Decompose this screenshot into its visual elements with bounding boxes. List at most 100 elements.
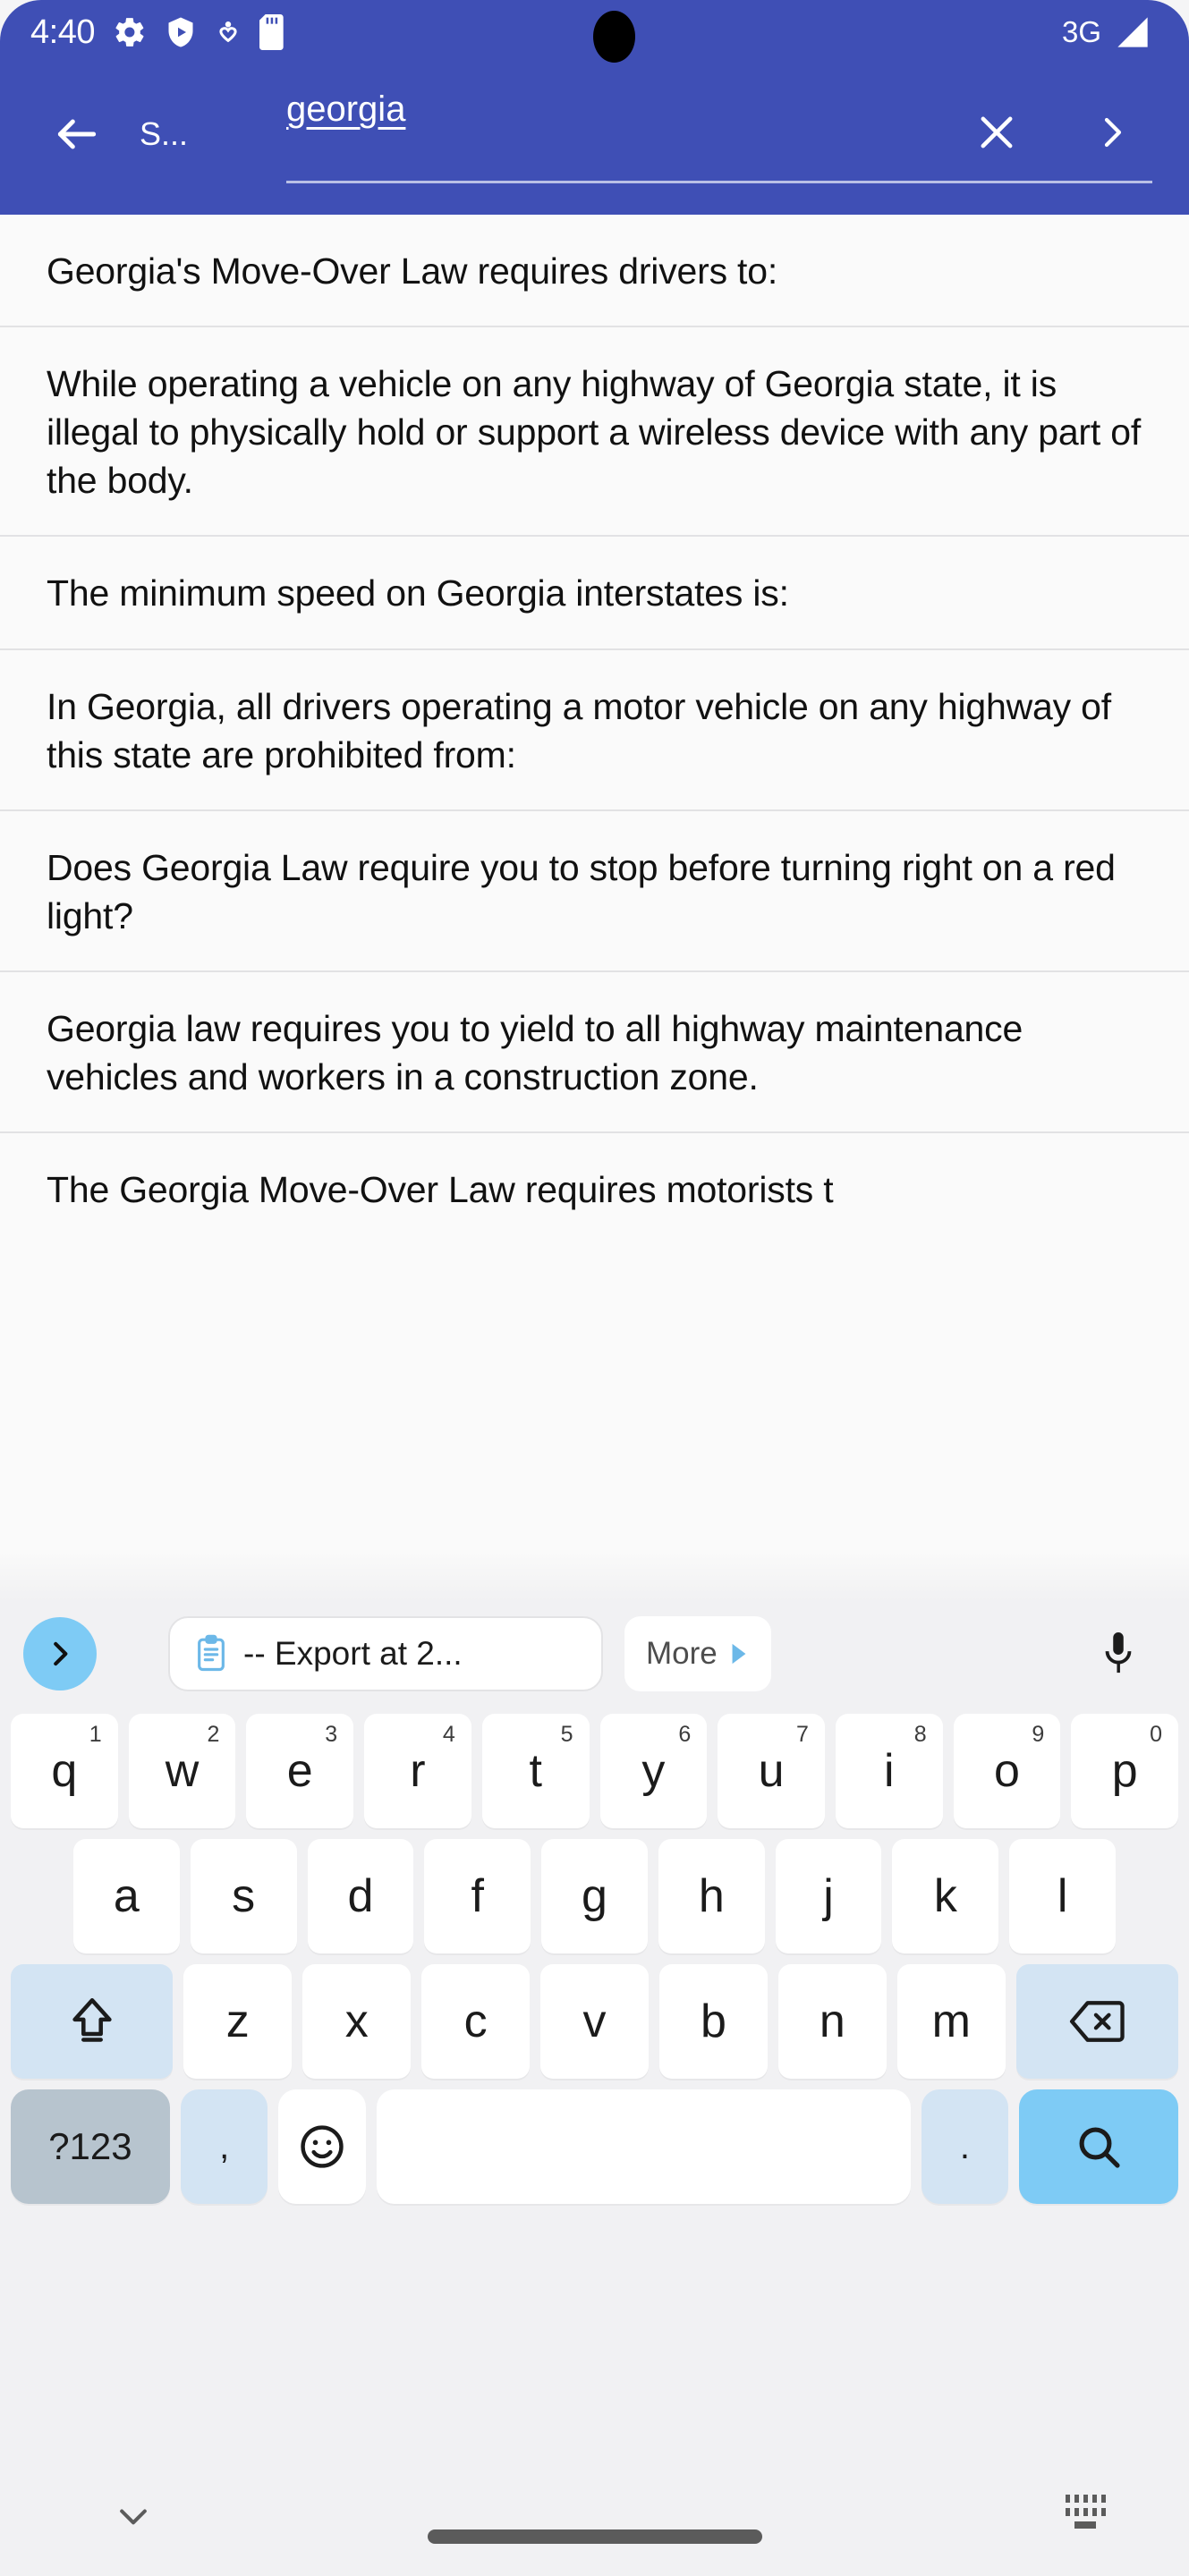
key-label: l	[1057, 1870, 1068, 1922]
comma-key[interactable]: ,	[180, 2089, 268, 2204]
key-o[interactable]: 9 o	[953, 1714, 1061, 1828]
result-text: While operating a vehicle on any highway…	[47, 363, 1142, 502]
back-button[interactable]	[34, 91, 120, 177]
key-label: j	[823, 1870, 834, 1922]
home-pill[interactable]	[427, 2529, 762, 2544]
search-input[interactable]: georgia	[286, 89, 405, 130]
emoji-key[interactable]	[278, 2089, 366, 2204]
list-item[interactable]: The Georgia Move-Over Law requires motor…	[0, 1133, 1189, 1244]
play-protect-shield-icon	[165, 15, 197, 49]
result-text: Does Georgia Law require you to stop bef…	[47, 846, 1116, 936]
key-label: ,	[219, 2127, 230, 2166]
key-label: h	[698, 1870, 725, 1922]
key-u[interactable]: 7 u	[718, 1714, 825, 1828]
list-item[interactable]: The minimum speed on Georgia interstates…	[0, 537, 1189, 650]
key-h[interactable]: h	[658, 1839, 765, 1953]
expand-suggestions-button[interactable]	[23, 1617, 97, 1690]
clear-search-button[interactable]	[954, 89, 1040, 175]
key-label: q	[51, 1745, 78, 1797]
search-icon	[1074, 2122, 1124, 2172]
on-screen-keyboard: -- Export at 2... More 1 q 2 w 3 e 4 r 5…	[0, 1601, 1189, 2451]
key-y[interactable]: 6 y	[599, 1714, 708, 1828]
key-q[interactable]: 1 q	[11, 1714, 118, 1828]
clipboard-suggestion-chip[interactable]: -- Export at 2...	[168, 1616, 603, 1691]
key-a[interactable]: a	[73, 1839, 180, 1953]
search-results-list[interactable]: Georgia's Move-Over Law requires drivers…	[0, 215, 1189, 1601]
key-s[interactable]: s	[190, 1839, 297, 1953]
key-sup: 1	[89, 1722, 102, 1747]
key-label: x	[344, 1996, 369, 2047]
suggestion-strip: -- Export at 2... More	[0, 1601, 1189, 1707]
key-sup: 4	[442, 1722, 455, 1747]
list-item[interactable]: Georgia's Move-Over Law requires drivers…	[0, 215, 1189, 328]
key-sup: 2	[207, 1722, 220, 1747]
key-label: o	[994, 1745, 1020, 1797]
backspace-icon	[1069, 1999, 1125, 2044]
key-label: g	[582, 1870, 607, 1922]
key-e[interactable]: 3 e	[246, 1714, 354, 1828]
key-label: v	[582, 1996, 607, 2047]
key-w[interactable]: 2 w	[128, 1714, 236, 1828]
key-j[interactable]: j	[775, 1839, 882, 1953]
key-sup: 9	[1032, 1722, 1045, 1747]
key-label: n	[819, 1996, 845, 2047]
more-label: More	[646, 1636, 718, 1671]
clipboard-icon	[193, 1634, 229, 1674]
list-item[interactable]: While operating a vehicle on any highway…	[0, 327, 1189, 538]
key-x[interactable]: x	[302, 1964, 412, 2079]
key-f[interactable]: f	[424, 1839, 531, 1953]
keyboard-row-3: z x c v b n m	[0, 1964, 1189, 2079]
key-sup: 6	[678, 1722, 692, 1747]
result-text: Georgia law requires you to yield to all…	[47, 1007, 1023, 1098]
key-g[interactable]: g	[541, 1839, 648, 1953]
key-sup: 3	[325, 1722, 338, 1747]
key-sup: 5	[560, 1722, 573, 1747]
person-heart-icon	[215, 15, 242, 49]
network-type-label: 3G	[1061, 15, 1101, 48]
symbols-key[interactable]: ?123	[11, 2089, 170, 2204]
result-text: Georgia's Move-Over Law requires drivers…	[47, 250, 778, 292]
key-k[interactable]: k	[892, 1839, 999, 1953]
key-z[interactable]: z	[183, 1964, 293, 2079]
phone-screen: 4:40 3G S... georgia Georgia's Move-Over…	[0, 0, 1189, 2576]
keyboard-row-1: 1 q 2 w 3 e 4 r 5 t 6 y 7 u 8 i 9 o 0 p	[0, 1714, 1189, 1828]
hide-keyboard-button[interactable]	[106, 2488, 161, 2544]
next-result-button[interactable]	[1069, 89, 1155, 175]
microphone-icon[interactable]	[1082, 1617, 1155, 1690]
key-t[interactable]: 5 t	[481, 1714, 590, 1828]
key-label: ?123	[48, 2125, 132, 2167]
key-label: c	[463, 1996, 488, 2047]
search-enter-key[interactable]	[1019, 2089, 1178, 2204]
key-r[interactable]: 4 r	[364, 1714, 471, 1828]
key-i[interactable]: 8 i	[835, 1714, 943, 1828]
more-suggestions-chip[interactable]: More	[624, 1616, 771, 1691]
key-label: .	[959, 2127, 970, 2166]
key-v[interactable]: v	[540, 1964, 649, 2079]
key-sup: 8	[913, 1722, 927, 1747]
backspace-key[interactable]	[1015, 1964, 1179, 2079]
switch-keyboard-button[interactable]	[1058, 2488, 1112, 2535]
period-key[interactable]: .	[921, 2089, 1009, 2204]
shift-key[interactable]	[11, 1964, 174, 2079]
result-text: The minimum speed on Georgia interstates…	[47, 572, 789, 614]
key-c[interactable]: c	[421, 1964, 531, 2079]
key-label: b	[700, 1996, 726, 2047]
list-item[interactable]: Does Georgia Law require you to stop bef…	[0, 811, 1189, 972]
key-label: y	[641, 1745, 666, 1797]
key-b[interactable]: b	[658, 1964, 768, 2079]
space-key[interactable]	[376, 2089, 911, 2204]
key-label: r	[410, 1745, 426, 1797]
key-l[interactable]: l	[1009, 1839, 1117, 1953]
key-m[interactable]: m	[896, 1964, 1006, 2079]
list-item[interactable]: In Georgia, all drivers operating a moto…	[0, 650, 1189, 811]
signal-bars-icon	[1114, 14, 1151, 50]
key-label: m	[931, 1996, 971, 2047]
key-sup: 7	[796, 1722, 809, 1747]
key-p[interactable]: 0 p	[1071, 1714, 1179, 1828]
keyboard-row-4: ?123 , .	[0, 2089, 1189, 2204]
key-d[interactable]: d	[307, 1839, 414, 1953]
key-n[interactable]: n	[777, 1964, 887, 2079]
key-label: f	[471, 1870, 484, 1922]
app-bar-title: S...	[140, 115, 189, 152]
list-item[interactable]: Georgia law requires you to yield to all…	[0, 972, 1189, 1134]
